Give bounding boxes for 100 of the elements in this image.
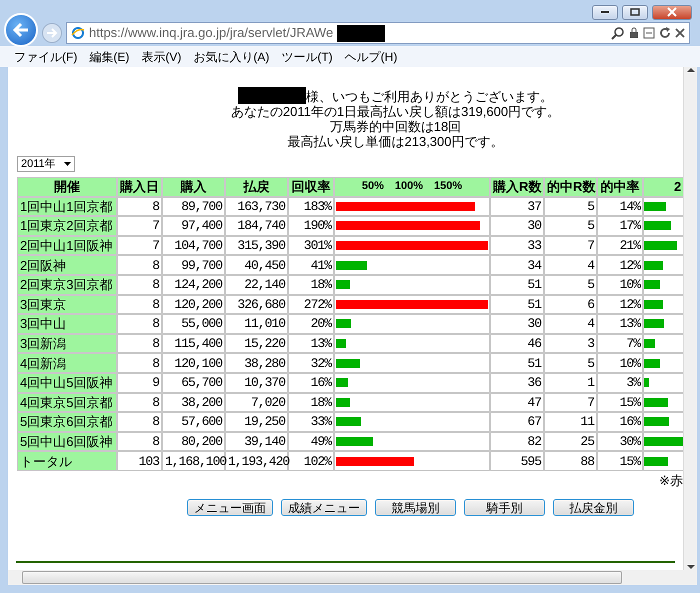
close-icon [667,7,677,17]
table-cell: 22,140 [225,274,288,295]
table-cell: 7 [544,392,597,412]
vertical-scrollbar[interactable] [683,67,697,570]
table-cell: 80,200 [162,432,225,452]
column-header: 購入 [162,177,225,197]
year-select[interactable]: 2011年 [17,156,75,172]
table-cell: 12% [597,255,643,275]
table-cell: 7 [117,216,162,236]
table-cell: 1回中山1回京都 [17,196,117,216]
nav-button[interactable]: 成績メニュー [281,499,367,516]
table-cell: 2回中山1回阪神 [17,236,117,256]
menu-item[interactable]: 編集(E) [83,48,136,66]
column-header: 購入日 [117,177,162,197]
compatibility-icon[interactable] [643,27,655,39]
table-cell: 37 [490,196,544,216]
table-cell: 5 [544,216,597,236]
redaction-block [238,87,306,104]
refresh-icon[interactable] [659,27,671,39]
table-cell: 8 [117,274,162,295]
table-cell: 115,400 [162,334,225,354]
table-cell: 7 [544,236,597,256]
menu-item[interactable]: ツール(T) [275,48,339,66]
table-cell: 15,220 [225,334,288,354]
table-cell: 34 [490,255,544,275]
table-cell: 33% [288,412,334,432]
minimize-button[interactable] [592,4,618,20]
nav-button[interactable]: 競馬場別 [375,499,456,516]
table-cell: 12% [597,294,643,314]
url-text: https://www.inq.jra.go.jp/jra/servlet/JRAWe [89,24,334,42]
table-cell: 18% [288,274,334,295]
table-cell: 14% [597,196,643,216]
stop-icon[interactable] [675,28,685,38]
table-cell: 17% [597,216,643,236]
table-cell: 4回新潟 [17,353,117,373]
greeting-text: 最高払い戻し単価は213,300円です。 [288,134,504,149]
table-cell: 51 [490,353,544,373]
table-cell: 65,700 [162,372,225,393]
table-cell: 13% [288,334,334,354]
table-cell: 32% [288,353,334,373]
redaction-block [337,24,386,42]
table-cell: 15% [597,451,643,471]
close-button[interactable] [652,4,692,20]
nav-button[interactable]: 騎手別 [464,499,545,516]
dropdown-caret-icon [64,162,71,166]
table-cell: 10% [597,353,643,373]
back-button[interactable] [4,13,38,47]
table-cell: 51 [490,294,544,314]
table-cell: 4回東京5回京都 [17,392,117,412]
table-cell: 1回東京2回京都 [17,216,117,236]
table-cell: 5回中山6回阪神 [17,432,117,452]
table-cell: 21% [597,236,643,256]
table-cell: 190% [288,216,334,236]
lock-icon[interactable] [629,27,639,39]
menu-item[interactable]: ファイル(F) [8,48,84,66]
table-cell: 301% [288,236,334,256]
horizontal-scrollbar[interactable] [8,570,697,585]
column-header: 2 [643,177,683,197]
table-cell: 3% [597,372,643,393]
menu-item[interactable]: ヘルプ(H) [338,48,404,66]
table-cell: 103 [117,451,162,471]
table-cell: 3 [544,334,597,354]
table-cell: 3回東京 [17,294,117,314]
table-cell: 20% [288,314,334,334]
scrollbar-thumb[interactable] [22,571,622,584]
table-cell: 16% [288,372,334,393]
table-cell: 89,700 [162,196,225,216]
table-cell: 11,010 [225,314,288,334]
minimize-icon [600,10,610,14]
table-cell: 272% [288,294,334,314]
column-header: 的中率 [597,177,643,197]
menu-item[interactable]: お気に入り(A) [187,48,276,66]
table-cell: 5 [544,196,597,216]
table-cell: 163,730 [225,196,288,216]
menu-item[interactable]: 表示(V) [135,48,188,66]
table-cell: 8 [117,294,162,314]
column-header: 回収率 [288,177,334,197]
table-cell: 16% [597,412,643,432]
table-cell: 5 [544,353,597,373]
table-cell: 7% [597,334,643,354]
nav-button[interactable]: メニュー画面 [187,499,273,516]
table-cell: 4 [544,314,597,334]
table-cell: 5 [544,274,597,295]
table-cell: 3回新潟 [17,334,117,354]
table-cell: 13% [597,314,643,334]
column-header: 的中R数 [544,177,597,197]
table-cell: 120,100 [162,353,225,373]
address-field[interactable]: https://www.inq.jra.go.jp/jra/servlet/JRAWe [66,22,690,44]
table-cell: 102% [288,451,334,471]
table-cell: 57,600 [162,412,225,432]
table-cell: 10% [597,274,643,295]
greeting-text: 様、いつもご利用ありがとうございます。 [306,89,553,104]
forward-arrow-icon [46,28,58,38]
maximize-icon [630,8,640,16]
table-cell: 30% [597,432,643,452]
table-cell: 18% [288,392,334,412]
search-icon[interactable] [611,26,625,40]
maximize-button[interactable] [622,4,648,20]
table-cell: 2回東京3回京都 [17,274,117,295]
nav-button[interactable]: 払戻金別 [553,499,634,516]
